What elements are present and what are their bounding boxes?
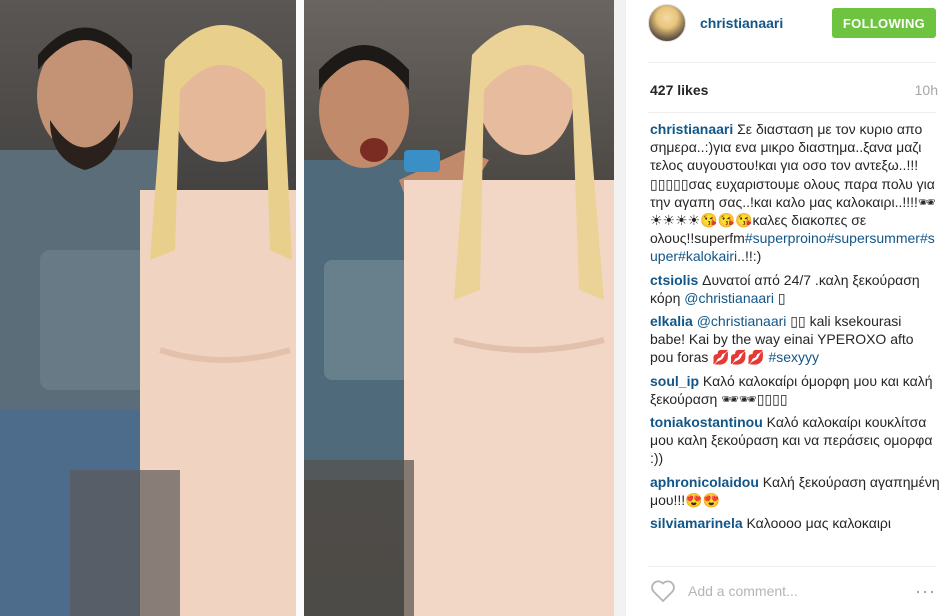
photo-left-panel [0,0,296,616]
comment-footer: Add a comment... ··· [650,566,936,616]
hashtag-link[interactable]: #superproino [745,230,827,246]
watch-shape [404,150,440,172]
man-shirt-print-shape [40,250,150,390]
mention-link[interactable]: @christianaari [697,313,787,329]
comment-item: silviamarinela Καλοοοο μας καλοκαιρι [650,514,940,532]
more-options-icon[interactable]: ··· [915,581,936,602]
comment-item: aphronicolaidou Καλή ξεκούραση αγαπημένη… [650,473,940,509]
post-sidebar: christianaari FOLLOWING 427 likes 10h ch… [625,0,946,616]
comments-list: christianaari Σε διασταση με τον κυριο α… [650,120,940,560]
comment-item: christianaari Σε διασταση με τον κυριο α… [650,120,940,266]
photo-divider [296,0,304,616]
man-shirt-print-shape [324,260,414,380]
following-button[interactable]: FOLLOWING [832,8,936,38]
hashtag-link[interactable]: #kalokairi [678,248,737,264]
comment-item: toniakostantinou Καλό καλοκαίρι κουκλίτσ… [650,413,940,468]
chair-shape [304,460,414,616]
photo-right-panel [304,0,614,616]
man-mouth-shape [360,138,388,162]
comment-username[interactable]: elkalia [650,313,693,329]
avatar[interactable] [648,4,686,42]
post-photo[interactable] [0,0,625,616]
meta-divider [648,112,936,113]
photo-right-illustration [304,25,614,616]
mention-link[interactable]: @christianaari [684,290,774,306]
photo-left-illustration [0,25,296,616]
comment-username[interactable]: toniakostantinou [650,414,763,430]
comment-username[interactable]: ctsiolis [650,272,698,288]
add-comment-input[interactable]: Add a comment... [688,583,915,599]
comment-text: Καλοοοο μας καλοκαιρι [746,515,891,532]
comment-item: ctsiolis Δυνατοί από 24/7 .καλη ξεκούρασ… [650,271,940,307]
comment-text: ..!!:) [737,248,762,265]
likes-count[interactable]: 427 likes [650,82,708,98]
comment-username[interactable]: aphronicolaidou [650,474,759,490]
hashtag-link[interactable]: #sexyyy [768,349,819,365]
post-time[interactable]: 10h [915,82,938,98]
post-meta: 427 likes 10h [650,82,938,102]
comment-username[interactable]: soul_ip [650,373,699,389]
comment-item: elkalia @christianaari ▯▯ kali ksekouras… [650,312,940,367]
comment-username[interactable]: silviamarinela [650,515,743,531]
heart-icon[interactable] [650,579,676,603]
comment-text: Σε διασταση με τον κυριο απο σημερα..:)γ… [650,121,936,247]
header-divider [648,62,936,63]
chair-shape [70,470,180,616]
comment-item: soul_ip Καλό καλοκαίρι όμορφη μου και κα… [650,372,940,408]
hashtag-link[interactable]: #supersummer [827,230,920,246]
comment-text: ▯ [773,289,786,306]
comment-username[interactable]: christianaari [650,121,733,137]
header-username[interactable]: christianaari [700,15,783,31]
